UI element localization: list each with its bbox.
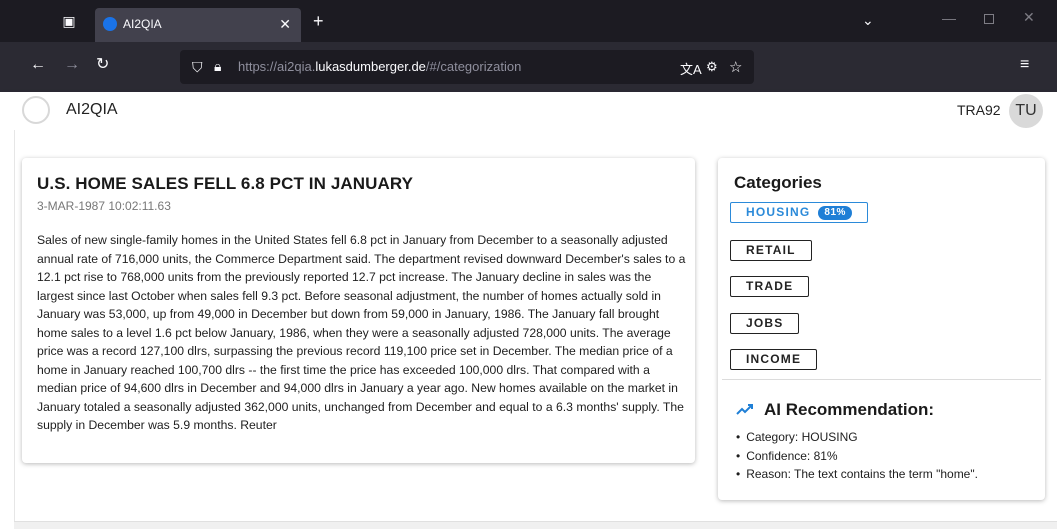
- tab-list-icon[interactable]: ▣: [60, 12, 78, 30]
- browser-tab-bar: ▣ AI2QIA ✕ + ⌄ — ✕: [0, 0, 1057, 42]
- app-header: AI2QIA TRA92 TU: [0, 92, 1057, 130]
- trending-up-icon: [736, 404, 753, 415]
- page-footer: [14, 521, 1057, 529]
- category-chip-label: TRADE: [746, 279, 794, 293]
- tab-title: AI2QIA: [123, 17, 162, 31]
- user-code: TRA92: [957, 102, 1001, 118]
- recommendation-heading: AI Recommendation:: [764, 400, 935, 419]
- maximize-icon[interactable]: [984, 14, 994, 24]
- recommendation-confidence: Confidence: 81%: [736, 447, 978, 466]
- extension-icon[interactable]: ⚙: [706, 59, 718, 75]
- article-body: Sales of new single-family homes in the …: [37, 233, 686, 432]
- category-chip-label: INCOME: [746, 352, 802, 366]
- app-logo[interactable]: [22, 96, 50, 124]
- category-chip-label: HOUSING: [746, 205, 811, 219]
- page-frame-line: [14, 130, 15, 529]
- article-card: U.S. HOME SALES FELL 6.8 PCT IN JANUARY …: [22, 158, 695, 463]
- close-icon[interactable]: ✕: [279, 16, 291, 32]
- app-title: AI2QIA: [66, 101, 118, 118]
- browser-nav-bar: ← → ↻ ⛉ 🔒︎ https://ai2qia.lukasdumberger…: [0, 42, 1057, 92]
- minimize-icon[interactable]: —: [942, 10, 956, 26]
- star-icon[interactable]: ☆: [729, 58, 742, 76]
- favicon-icon: [103, 17, 117, 31]
- category-chip-income[interactable]: INCOME: [730, 349, 818, 370]
- category-chip-label: RETAIL: [746, 243, 796, 257]
- shield-icon[interactable]: ⛉: [192, 59, 203, 76]
- address-bar[interactable]: ⛉ 🔒︎ https://ai2qia.lukasdumberger.de/#/…: [180, 50, 754, 84]
- category-chip-label: JOBS: [746, 316, 784, 330]
- back-arrow-icon[interactable]: ←: [30, 57, 46, 73]
- lock-icon[interactable]: 🔒︎: [214, 58, 221, 75]
- url-host: lukasdumberger.de: [315, 59, 426, 74]
- forward-arrow-icon[interactable]: →: [64, 57, 80, 73]
- divider: [722, 379, 1041, 380]
- category-chip-trade[interactable]: TRADE: [730, 276, 810, 297]
- recommendation-category: Category: HOUSING: [736, 428, 978, 447]
- recommendation-reason: Reason: The text contains the term "home…: [736, 465, 978, 484]
- plus-icon[interactable]: +: [313, 12, 324, 30]
- avatar[interactable]: TU: [1009, 94, 1043, 128]
- category-chip-housing[interactable]: HOUSING 81%: [730, 202, 868, 223]
- article-date: 3-MAR-1987 10:02:11.63: [37, 199, 171, 213]
- url-text[interactable]: https://ai2qia.lukasdumberger.de/#/categ…: [238, 60, 521, 74]
- hamburger-menu-icon[interactable]: ≡: [1020, 56, 1029, 74]
- category-chip-retail[interactable]: RETAIL: [730, 240, 812, 261]
- categories-card: Categories HOUSING 81% RETAIL TRADE JOBS …: [718, 158, 1045, 500]
- close-window-icon[interactable]: ✕: [1023, 9, 1035, 26]
- translate-icon[interactable]: 文A: [680, 59, 702, 78]
- browser-tab[interactable]: AI2QIA ✕: [95, 8, 301, 42]
- category-chip-jobs[interactable]: JOBS: [730, 313, 800, 334]
- confidence-badge: 81%: [818, 206, 852, 220]
- recommendation-list: Category: HOUSING Confidence: 81% Reason…: [736, 428, 978, 484]
- categories-heading: Categories: [734, 173, 822, 192]
- reload-icon[interactable]: ↻: [96, 57, 109, 73]
- url-suffix: /#/categorization: [425, 59, 522, 74]
- chevron-down-icon[interactable]: ⌄: [862, 12, 874, 29]
- url-prefix: https://ai2qia.: [238, 59, 316, 74]
- article-title: U.S. HOME SALES FELL 6.8 PCT IN JANUARY: [37, 174, 414, 193]
